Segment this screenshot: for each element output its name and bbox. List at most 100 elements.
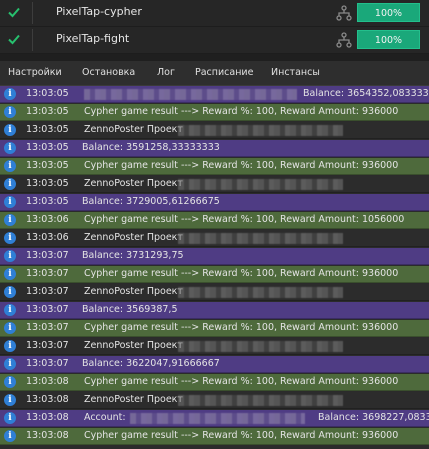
info-icon: i bbox=[4, 124, 16, 136]
log-row[interactable]: i 13:03:05 Cypher game result ---> Reward … bbox=[0, 158, 429, 175]
log-row[interactable]: i 13:03:07 Cypher game result ---> Reward … bbox=[0, 266, 429, 283]
info-icon: i bbox=[4, 376, 16, 388]
task-row-pixeltap-fight[interactable]: PixelTap-fight 100% bbox=[0, 27, 429, 54]
log-message: Balance: 3569387,5 bbox=[82, 304, 178, 315]
log-time: 13:03:08 bbox=[26, 412, 69, 423]
network-tree-icon[interactable] bbox=[336, 5, 352, 21]
log-list[interactable]: i 13:03:05 Balance: 3654352,08333333 i 13:03… bbox=[0, 86, 429, 449]
log-row[interactable]: i 13:03:05 Balance: 3654352,08333333 bbox=[0, 86, 429, 103]
log-time: 13:03:08 bbox=[26, 394, 69, 405]
redacted-text bbox=[178, 179, 343, 190]
log-time: 13:03:05 bbox=[26, 196, 69, 207]
separator bbox=[0, 54, 429, 61]
log-row[interactable]: i 13:03:07 Balance: 3731293,75 bbox=[0, 248, 429, 265]
log-row[interactable]: i 13:03:05 Balance: 3591258,33333333 bbox=[0, 140, 429, 157]
tab-settings[interactable]: Настройки bbox=[8, 67, 62, 78]
log-message: Balance: 3654352,08333333 bbox=[303, 88, 429, 99]
info-icon: i bbox=[4, 214, 16, 226]
task-name: PixelTap-cypher bbox=[56, 5, 142, 18]
log-message-balance: Balance: 3698227,08333333 bbox=[318, 412, 429, 423]
info-icon: i bbox=[4, 322, 16, 334]
info-icon: i bbox=[4, 160, 16, 172]
tab-stop[interactable]: Остановка bbox=[82, 67, 135, 78]
info-icon: i bbox=[4, 358, 16, 370]
redacted-text bbox=[178, 395, 343, 406]
info-icon: i bbox=[4, 430, 16, 442]
log-time: 13:03:07 bbox=[26, 268, 69, 279]
log-time: 13:03:07 bbox=[26, 286, 69, 297]
log-row[interactable]: i 13:03:06 ZennoPoster Проект bbox=[0, 230, 429, 247]
progress-bar: 100% bbox=[357, 30, 420, 49]
log-message: ZennoPoster Проект bbox=[84, 340, 183, 351]
redacted-text bbox=[130, 413, 305, 424]
progress-bar: 100% bbox=[357, 3, 420, 22]
log-time: 13:03:06 bbox=[26, 214, 69, 225]
divider bbox=[32, 29, 33, 51]
log-row[interactable]: i 13:03:08 Cypher game result ---> Reward … bbox=[0, 428, 429, 445]
task-name: PixelTap-fight bbox=[56, 32, 130, 45]
log-time: 13:03:05 bbox=[26, 106, 69, 117]
log-row[interactable]: i 13:03:07 ZennoPoster Проект bbox=[0, 284, 429, 301]
info-icon: i bbox=[4, 106, 16, 118]
redacted-text bbox=[178, 125, 343, 136]
divider bbox=[32, 2, 33, 24]
log-time: 13:03:05 bbox=[26, 124, 69, 135]
log-row[interactable]: i 13:03:08 Account: Balance: 3698227,083333… bbox=[0, 410, 429, 427]
log-row[interactable]: i 13:03:05 ZennoPoster Проект bbox=[0, 122, 429, 139]
info-icon: i bbox=[4, 232, 16, 244]
log-message: Balance: 3729005,61266675 bbox=[82, 196, 220, 207]
log-message: ZennoPoster Проект bbox=[84, 394, 183, 405]
log-time: 13:03:05 bbox=[26, 88, 69, 99]
tab-instances[interactable]: Инстансы bbox=[271, 67, 320, 78]
network-tree-icon[interactable] bbox=[336, 32, 352, 48]
log-message: ZennoPoster Проект bbox=[84, 286, 183, 297]
log-row[interactable]: i 13:03:07 Balance: 3622047,91666667 bbox=[0, 356, 429, 373]
log-row[interactable]: i 13:03:05 Cypher game result ---> Reward … bbox=[0, 104, 429, 121]
log-message: Cypher game result ---> Reward %: 100, R… bbox=[84, 160, 399, 171]
redacted-text bbox=[84, 89, 297, 100]
log-message: Balance: 3591258,33333333 bbox=[82, 142, 220, 153]
tab-log[interactable]: Лог bbox=[157, 67, 175, 78]
log-time: 13:03:05 bbox=[26, 142, 69, 153]
log-row[interactable]: i 13:03:07 Balance: 3569387,5 bbox=[0, 302, 429, 319]
log-message: ZennoPoster Проект bbox=[84, 232, 183, 243]
log-time: 13:03:08 bbox=[26, 430, 69, 441]
task-row-pixeltap-cypher[interactable]: PixelTap-cypher 100% bbox=[0, 0, 429, 27]
checkmark-icon bbox=[8, 34, 20, 45]
log-time: 13:03:07 bbox=[26, 358, 69, 369]
log-time: 13:03:07 bbox=[26, 304, 69, 315]
log-row[interactable]: i 13:03:07 ZennoPoster Проект bbox=[0, 338, 429, 355]
log-row[interactable]: i 13:03:05 ZennoPoster Проект bbox=[0, 176, 429, 193]
redacted-text bbox=[178, 287, 343, 298]
checkmark-icon bbox=[8, 7, 20, 18]
log-row[interactable]: i 13:03:05 Balance: 3729005,61266675 bbox=[0, 194, 429, 211]
log-row[interactable]: i 13:03:08 ZennoPoster Проект bbox=[0, 392, 429, 409]
info-icon: i bbox=[4, 196, 16, 208]
info-icon: i bbox=[4, 304, 16, 316]
tab-bar: Настройки Остановка Лог Расписание Инста… bbox=[0, 61, 429, 86]
log-message: Account: bbox=[84, 412, 126, 423]
info-icon: i bbox=[4, 250, 16, 262]
info-icon: i bbox=[4, 286, 16, 298]
log-row[interactable]: i 13:03:07 Cypher game result ---> Reward … bbox=[0, 320, 429, 337]
info-icon: i bbox=[4, 412, 16, 424]
info-icon: i bbox=[4, 142, 16, 154]
log-message: Cypher game result ---> Reward %: 100, R… bbox=[84, 106, 399, 117]
log-time: 13:03:08 bbox=[26, 376, 69, 387]
log-time: 13:03:05 bbox=[26, 160, 69, 171]
tab-schedule[interactable]: Расписание bbox=[195, 67, 253, 78]
redacted-text bbox=[178, 341, 343, 352]
log-message: ZennoPoster Проект bbox=[84, 124, 183, 135]
log-row[interactable]: i 13:03:08 Cypher game result ---> Reward … bbox=[0, 374, 429, 391]
info-icon: i bbox=[4, 88, 16, 100]
log-message: Cypher game result ---> Reward %: 100, R… bbox=[84, 214, 405, 225]
log-time: 13:03:06 bbox=[26, 232, 69, 243]
log-row[interactable]: i 13:03:06 Cypher game result ---> Reward … bbox=[0, 212, 429, 229]
redacted-text bbox=[178, 233, 343, 244]
log-message: Cypher game result ---> Reward %: 100, R… bbox=[84, 376, 399, 387]
info-icon: i bbox=[4, 178, 16, 190]
log-message: Balance: 3622047,91666667 bbox=[82, 358, 220, 369]
info-icon: i bbox=[4, 340, 16, 352]
log-time: 13:03:07 bbox=[26, 340, 69, 351]
log-message: Cypher game result ---> Reward %: 100, R… bbox=[84, 430, 399, 441]
